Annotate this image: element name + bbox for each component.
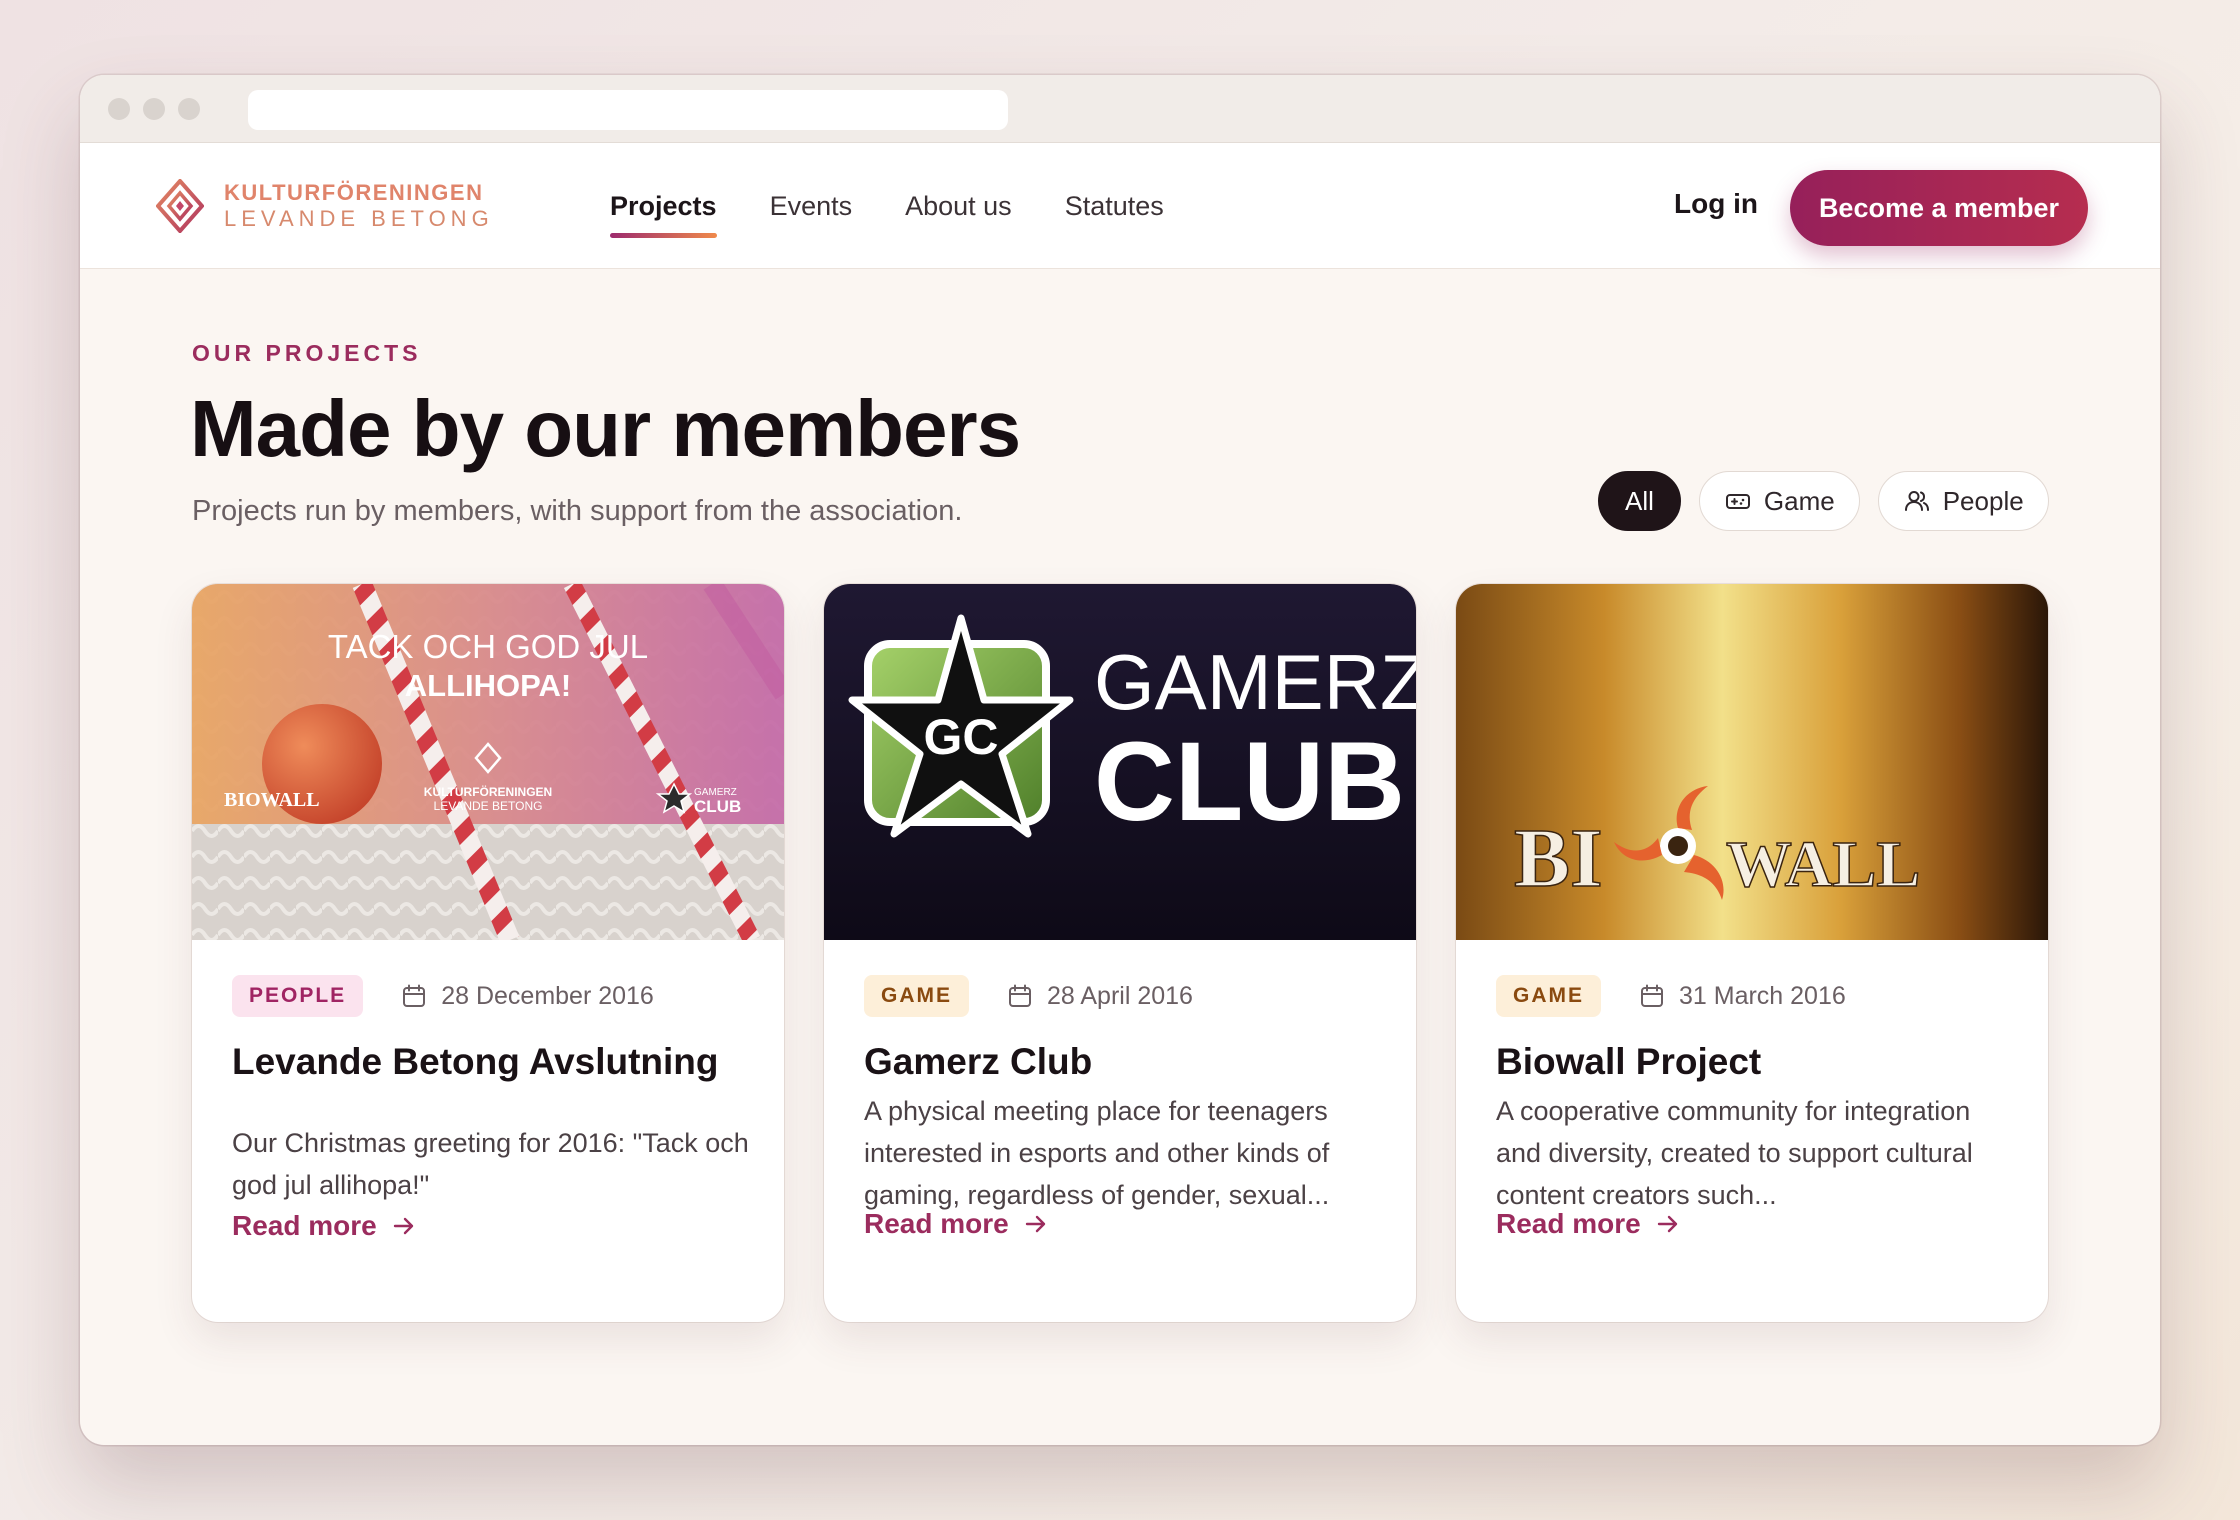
nav-statutes[interactable]: Statutes [1065, 185, 1164, 228]
filter-game-label: Game [1763, 485, 1835, 516]
address-bar[interactable] [248, 90, 1008, 130]
logo-line-2: LEVANDE BETONG [224, 206, 494, 231]
biowall-text-right: WALL [1726, 828, 1920, 901]
login-link[interactable]: Log in [1674, 188, 1758, 220]
image-caption-line1: TACK OCH GOD JUL [328, 628, 648, 665]
card-meta: GAME 28 April 2016 [864, 975, 1193, 1017]
browser-chrome [80, 75, 2160, 143]
category-badge: PEOPLE [232, 975, 364, 1017]
read-more-link[interactable]: Read more [232, 1210, 417, 1242]
category-badge: GAME [864, 975, 969, 1017]
gamepad-icon [1725, 494, 1750, 509]
card-meta: PEOPLE 28 December 2016 [232, 975, 654, 1017]
filter-people[interactable]: People [1877, 471, 2049, 531]
image-biowall-logo-text: BIOWALL [224, 789, 320, 811]
filter-game[interactable]: Game [1698, 471, 1860, 531]
become-member-button[interactable]: Become a member [1790, 170, 2088, 246]
card-description: A physical meeting place for teenagers i… [864, 1096, 1330, 1210]
filter-all[interactable]: All [1598, 471, 1681, 531]
read-more-label: Read more [232, 1210, 377, 1241]
page-title: Made by our members [190, 384, 1021, 473]
gamerz-word2: CLUB [1094, 719, 1405, 844]
window-maximize-dot[interactable] [178, 98, 200, 120]
card-date-text: 28 April 2016 [1047, 981, 1193, 1010]
people-icon [1904, 491, 1929, 511]
read-more-label: Read more [864, 1208, 1009, 1239]
project-image-christmas: TACK OCH GOD JUL ALLIHOPA! BIOWALL KULTU… [192, 584, 784, 940]
image-logo-line1: KULTURFÖRENINGEN [424, 784, 552, 799]
card-description: A cooperative community for integration … [1496, 1096, 1973, 1210]
site-header: KULTURFÖRENINGEN LEVANDE BETONG Projects… [80, 143, 2160, 269]
image-gamerz-big: CLUB [694, 797, 741, 816]
card-description: Our Christmas greeting for 2016: "Tack o… [232, 1128, 749, 1200]
filter-chips: All Game People [1598, 471, 2067, 531]
read-more-link[interactable]: Read more [1496, 1208, 1681, 1240]
page-subtitle: Projects run by members, with support fr… [192, 495, 963, 527]
site-logo[interactable]: KULTURFÖRENINGEN LEVANDE BETONG [156, 179, 494, 233]
browser-window: KULTURFÖRENINGEN LEVANDE BETONG Projects… [80, 75, 2160, 1445]
gamerz-emblem-text: GC [924, 709, 999, 765]
card-date: 28 December 2016 [401, 982, 654, 1011]
main-nav: Projects Events About us Statutes [610, 143, 1217, 269]
card-meta: GAME 31 March 2016 [1496, 975, 1846, 1017]
nav-events[interactable]: Events [770, 185, 853, 228]
window-close-dot[interactable] [108, 98, 130, 120]
arrow-right-icon [1025, 1215, 1045, 1233]
read-more-label: Read more [1496, 1208, 1641, 1239]
project-card-gamerz-club[interactable]: GC GAMERZ CLUB GAME 28 April 2016 Gamerz… [824, 584, 1416, 1322]
image-caption-line2: ALLIHOPA! [405, 668, 571, 703]
filter-people-label: People [1942, 485, 2024, 516]
card-title[interactable]: Levande Betong Avslutning [232, 1040, 742, 1084]
calendar-icon [403, 984, 426, 1007]
diamond-logo-icon [156, 179, 204, 233]
card-date-text: 28 December 2016 [441, 981, 654, 1010]
project-image-biowall: BI WALL [1456, 584, 2048, 940]
arrow-right-icon [393, 1217, 413, 1235]
calendar-icon [1009, 984, 1031, 1007]
card-title[interactable]: Gamerz Club [864, 1040, 1374, 1084]
image-logo-line2: LEVANDE BETONG [434, 799, 543, 813]
card-date-text: 31 March 2016 [1679, 981, 1846, 1010]
gamerz-word1: GAMERZ [1094, 638, 1416, 726]
project-card-biowall[interactable]: BI WALL GAME 31 March 2016 Biowall Proje… [1456, 584, 2048, 1322]
read-more-link[interactable]: Read more [864, 1208, 1049, 1240]
biowall-text-left: BI [1514, 812, 1603, 905]
nav-about-us[interactable]: About us [905, 185, 1012, 228]
project-image-gamerz: GC GAMERZ CLUB [824, 584, 1416, 940]
category-badge: GAME [1496, 975, 1601, 1017]
logo-line-1: KULTURFÖRENINGEN [224, 180, 484, 205]
nav-projects[interactable]: Projects [610, 185, 717, 238]
section-eyebrow: OUR PROJECTS [192, 340, 422, 366]
project-card-levande-betong[interactable]: TACK OCH GOD JUL ALLIHOPA! BIOWALL KULTU… [192, 584, 784, 1322]
card-title[interactable]: Biowall Project [1496, 1040, 2006, 1084]
window-minimize-dot[interactable] [143, 98, 165, 120]
card-date: 28 April 2016 [1007, 982, 1193, 1011]
calendar-icon [1641, 984, 1663, 1007]
arrow-right-icon [1657, 1215, 1677, 1233]
filter-all-label: All [1625, 485, 1654, 516]
card-date: 31 March 2016 [1639, 982, 1846, 1011]
